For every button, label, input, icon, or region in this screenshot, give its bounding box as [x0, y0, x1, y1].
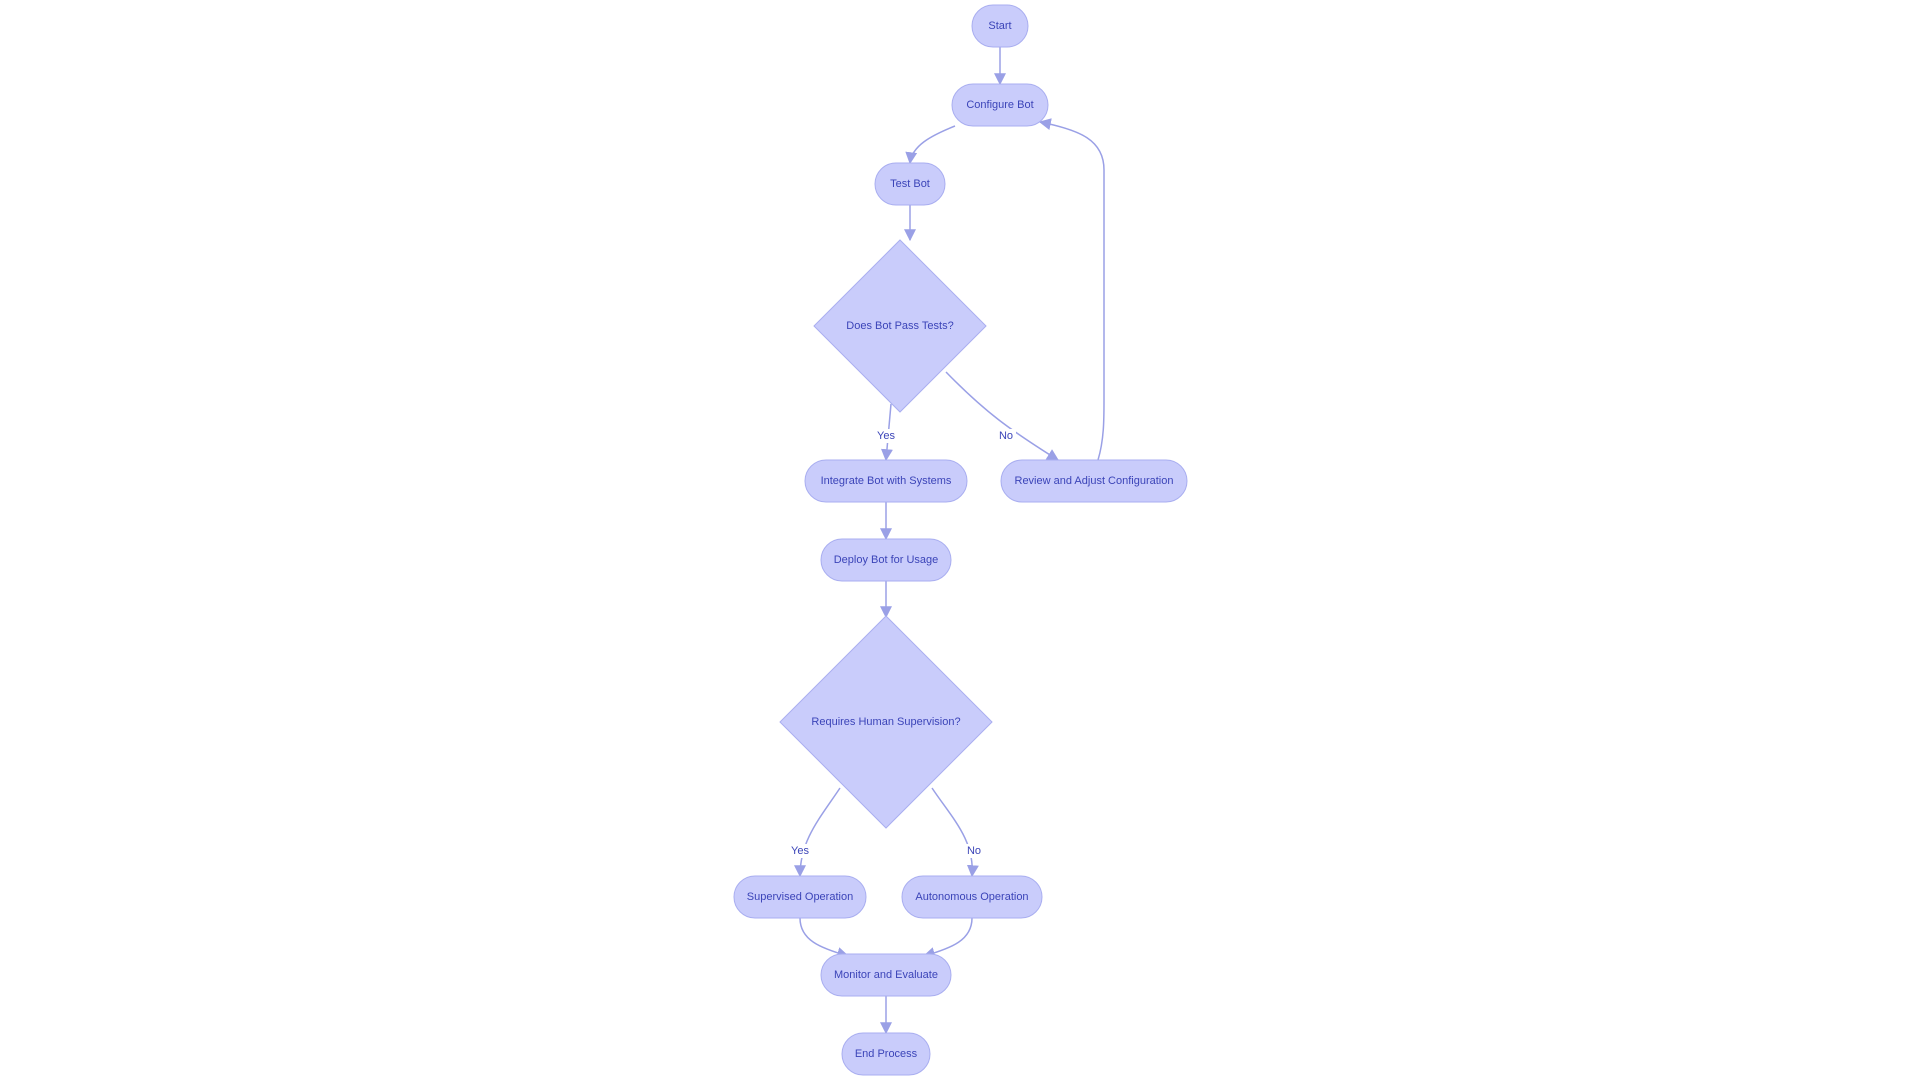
edge-label-text: Yes — [877, 430, 895, 442]
node-integrate[interactable]: Integrate Bot with Systems — [804, 459, 968, 503]
node-label: Test Bot — [890, 178, 930, 190]
node-supervision[interactable]: Requires Human Supervision? — [779, 615, 993, 829]
nodes-layer: Start Configure Bot Test Bot Does Bot Pass … — [733, 4, 1188, 1076]
edge-label-pass-to-review: No — [996, 429, 1016, 443]
node-label: Supervised Operation — [747, 891, 853, 903]
edge-label-supervision-to-supervised: Yes — [790, 844, 810, 858]
edge-pass-to-review — [945, 371, 1060, 461]
edge-label-text: No — [999, 430, 1013, 442]
node-label: Deploy Bot for Usage — [834, 554, 939, 566]
node-label: Does Bot Pass Tests? — [846, 320, 953, 332]
edge-supervised-to-monitor — [799, 917, 850, 959]
edge-supervision-to-autonomous — [931, 787, 979, 878]
edge-supervision-to-supervised — [794, 787, 841, 878]
node-label: Integrate Bot with Systems — [821, 475, 952, 487]
edge-label-text: Yes — [791, 845, 809, 857]
edge-label-pass-to-integrate: Yes — [876, 429, 896, 443]
edge-configure-to-test — [905, 125, 956, 165]
node-end[interactable]: End Process — [841, 1032, 931, 1076]
node-label: Review and Adjust Configuration — [1015, 475, 1174, 487]
node-test[interactable]: Test Bot — [874, 162, 946, 206]
edge-autonomous-to-monitor — [922, 917, 973, 959]
node-supervised[interactable]: Supervised Operation — [733, 875, 867, 919]
node-deploy[interactable]: Deploy Bot for Usage — [820, 538, 952, 582]
node-review[interactable]: Review and Adjust Configuration — [1000, 459, 1188, 503]
edge-review-to-configure — [1038, 118, 1105, 461]
node-label: Requires Human Supervision? — [811, 716, 960, 728]
node-label: Configure Bot — [966, 99, 1033, 111]
node-configure[interactable]: Configure Bot — [951, 83, 1049, 127]
node-monitor[interactable]: Monitor and Evaluate — [820, 953, 952, 997]
node-autonomous[interactable]: Autonomous Operation — [901, 875, 1043, 919]
edge-label-supervision-to-autonomous: No — [964, 844, 984, 858]
node-label: End Process — [855, 1048, 918, 1060]
edge-label-text: No — [967, 845, 981, 857]
node-label: Autonomous Operation — [915, 891, 1028, 903]
flowchart-canvas: Start Configure Bot Test Bot Does Bot Pass … — [733, 4, 1188, 1076]
node-start[interactable]: Start — [971, 4, 1029, 48]
node-label: Start — [988, 20, 1011, 32]
node-label: Monitor and Evaluate — [834, 969, 938, 981]
